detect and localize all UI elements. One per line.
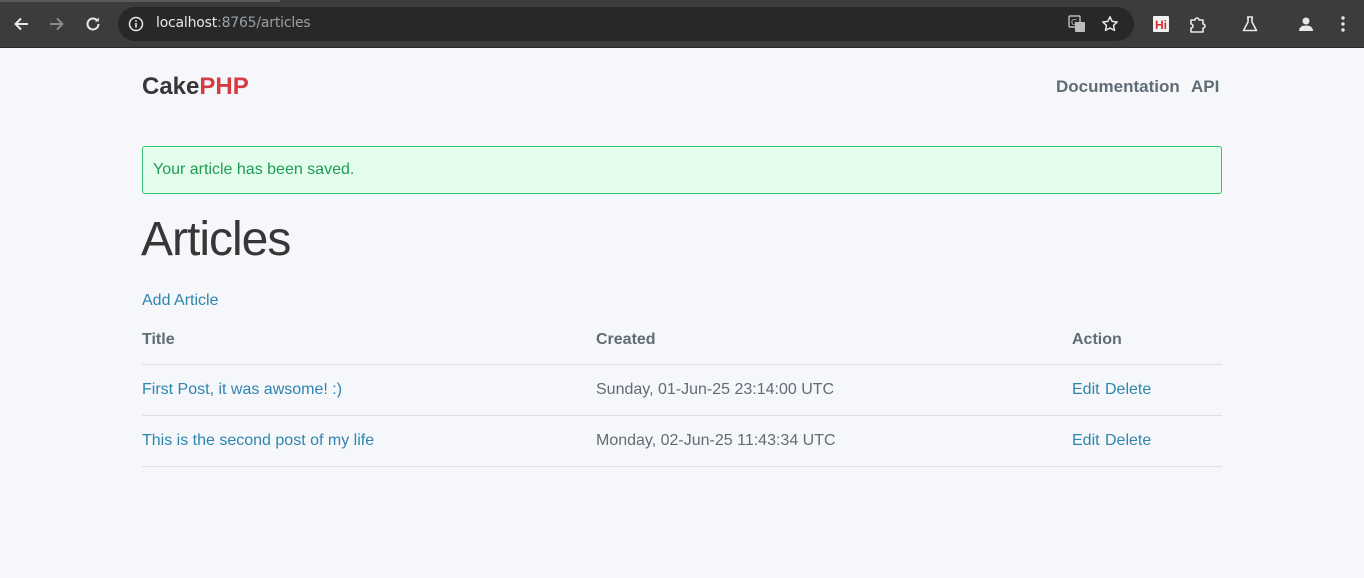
delete-link[interactable]: Delete bbox=[1105, 381, 1151, 399]
nav-documentation-link[interactable]: Documentation bbox=[1056, 77, 1180, 97]
article-title-link[interactable]: This is the second post of my life bbox=[142, 432, 374, 450]
column-header-created: Created bbox=[596, 331, 656, 348]
brand-logo[interactable]: CakePHP bbox=[142, 73, 249, 101]
column-header-action: Action bbox=[1072, 331, 1122, 348]
page-title: Articles bbox=[141, 213, 291, 266]
forward-button[interactable] bbox=[45, 12, 69, 36]
svg-text:Hi: Hi bbox=[1155, 18, 1167, 32]
bookmark-star-icon bbox=[1102, 16, 1118, 32]
reload-icon bbox=[86, 17, 100, 31]
row-divider bbox=[142, 415, 1222, 416]
browser-menu-button[interactable] bbox=[1331, 12, 1355, 36]
profile-button[interactable] bbox=[1294, 12, 1318, 36]
profile-icon bbox=[1299, 17, 1313, 31]
tab-strip-edge bbox=[0, 0, 280, 2]
url-path: :8765/articles bbox=[217, 15, 311, 31]
article-created: Sunday, 01-Jun-25 23:14:00 UTC bbox=[596, 381, 835, 398]
address-bar[interactable]: localhost:8765/articles G bbox=[118, 7, 1134, 41]
reload-button[interactable] bbox=[81, 12, 105, 36]
url-text[interactable]: localhost:8765/articles bbox=[156, 15, 311, 31]
add-article-link[interactable]: Add Article bbox=[142, 292, 218, 310]
forward-icon bbox=[50, 17, 64, 31]
header-divider bbox=[142, 364, 1222, 365]
article-title-link[interactable]: First Post, it was awsome! :) bbox=[142, 381, 342, 399]
back-button[interactable] bbox=[9, 12, 33, 36]
row-divider bbox=[142, 466, 1222, 467]
site-info-icon[interactable] bbox=[128, 16, 144, 32]
flash-success-message[interactable]: Your article has been saved. bbox=[142, 146, 1222, 194]
edit-link[interactable]: Edit bbox=[1072, 381, 1100, 399]
edit-link[interactable]: Edit bbox=[1072, 432, 1100, 450]
labs-button[interactable] bbox=[1238, 12, 1262, 36]
column-header-title: Title bbox=[142, 331, 175, 348]
brand-php: PHP bbox=[199, 73, 249, 100]
extensions-puzzle-icon bbox=[1190, 17, 1206, 33]
delete-link[interactable]: Delete bbox=[1105, 432, 1151, 450]
translate-button[interactable]: G bbox=[1065, 12, 1089, 36]
url-host: localhost bbox=[156, 15, 218, 31]
back-icon bbox=[14, 17, 28, 31]
browser-toolbar: localhost:8765/articles G Hi bbox=[0, 0, 1364, 48]
hi-extension-icon: Hi bbox=[1153, 16, 1169, 32]
nav-api-link[interactable]: API bbox=[1191, 77, 1219, 97]
translate-icon: G bbox=[1068, 15, 1085, 32]
bookmark-button[interactable] bbox=[1098, 12, 1122, 36]
hi-extension-button[interactable]: Hi bbox=[1149, 12, 1173, 36]
svg-text:G: G bbox=[1071, 18, 1077, 27]
menu-kebab-icon bbox=[1341, 16, 1345, 32]
brand-cake: Cake bbox=[142, 73, 200, 100]
labs-flask-icon bbox=[1242, 16, 1258, 32]
extensions-button[interactable] bbox=[1186, 12, 1210, 36]
article-created: Monday, 02-Jun-25 11:43:34 UTC bbox=[596, 432, 836, 449]
